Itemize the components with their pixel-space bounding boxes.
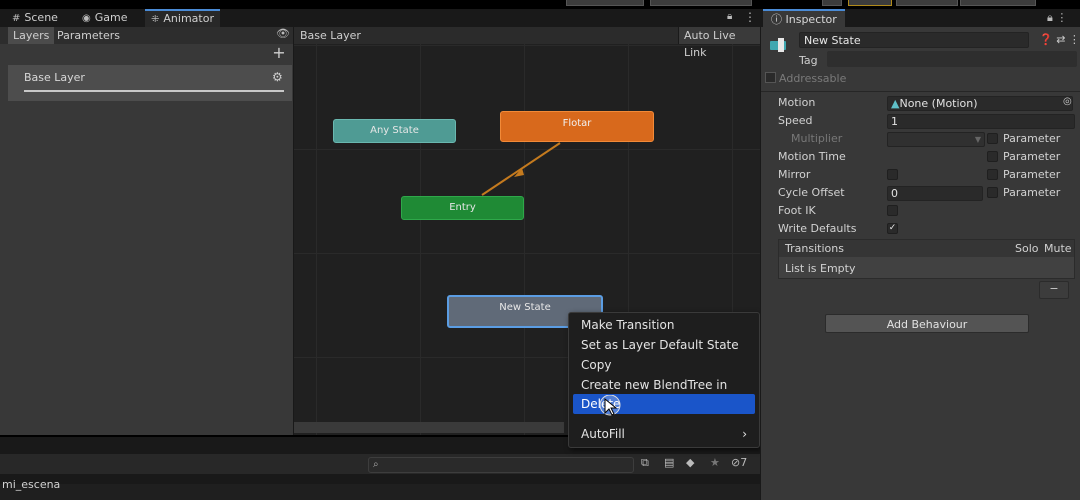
state-node-entry[interactable]: Entry <box>401 196 524 220</box>
project-list <box>0 484 760 500</box>
multiplier-parameter-checkbox[interactable] <box>987 133 998 144</box>
write-defaults-checkbox[interactable]: ✓ <box>887 223 898 234</box>
chevron-right-icon: › <box>742 427 747 441</box>
cycle-offset-parameter-checkbox[interactable] <box>987 187 998 198</box>
parameter-label: Parameter <box>1003 132 1061 145</box>
search-icon: ⌕ <box>373 459 379 470</box>
editor-tab-bar: # Scene ◉ Game ⁜ Animator 🔒︎ ⋮ <box>0 9 760 27</box>
eye-icon[interactable]: 👁︎ <box>276 27 290 40</box>
tag-label: Tag <box>799 54 818 67</box>
star-icon[interactable]: ★ <box>710 456 720 469</box>
divider <box>761 91 1080 92</box>
grid-icon: # <box>12 13 21 24</box>
transitions-title: Transitions <box>785 242 844 255</box>
label-icon[interactable]: ◆ <box>686 456 694 469</box>
menu-item-autofill[interactable]: AutoFill › <box>573 424 755 444</box>
mute-column: Mute <box>1044 242 1072 255</box>
gamepad-icon: ◉ <box>82 13 91 24</box>
parameter-label: Parameter <box>1003 150 1061 163</box>
mirror-label: Mirror <box>778 168 811 181</box>
speed-field[interactable]: 1 <box>887 114 1075 129</box>
motion-time-parameter-checkbox[interactable] <box>987 151 998 162</box>
tag-field[interactable] <box>827 51 1077 67</box>
add-layer-button[interactable]: + <box>272 45 286 61</box>
menu-item-autofill-label: AutoFill <box>581 427 625 441</box>
motion-time-label: Motion Time <box>778 150 846 163</box>
header-help-settings-icons[interactable]: ❓ ⇄ ⋮ <box>1039 33 1080 46</box>
animator-icon: ⁜ <box>151 14 160 25</box>
type-filter-icon[interactable]: ▤ <box>664 456 674 469</box>
inspector-panel: ⓘ Inspector 🔒︎ ⋮ New State ❓ ⇄ ⋮ Tag Add… <box>760 9 1080 500</box>
menu-item-make-transition[interactable]: Make Transition <box>573 315 755 335</box>
transition-line-entry-flotar <box>481 142 561 196</box>
graph-horizontal-scrollbar[interactable] <box>294 422 564 433</box>
tab-layers[interactable]: Layers <box>8 27 55 44</box>
addressable-label: Addressable <box>779 72 847 85</box>
toolbar-dropdown[interactable] <box>650 0 752 6</box>
toolbar-button[interactable] <box>822 0 842 6</box>
transitions-list: Transitions Solo Mute List is Empty <box>778 239 1075 279</box>
motion-field[interactable]: ▲None (Motion) <box>887 96 1073 111</box>
solo-column: Solo <box>1015 242 1039 255</box>
menu-item-create-blendtree[interactable]: Create new BlendTree in State <box>573 375 755 412</box>
cycle-offset-label: Cycle Offset <box>778 186 845 199</box>
cycle-offset-field[interactable]: 0 <box>887 186 983 201</box>
remove-transition-button[interactable]: − <box>1039 281 1069 299</box>
multiplier-dropdown: ▼ <box>887 132 985 147</box>
tab-inspector[interactable]: ⓘ Inspector <box>763 9 845 27</box>
hidden-count: 7 <box>740 456 748 469</box>
state-name-field[interactable]: New State <box>799 32 1029 48</box>
gear-icon[interactable]: ⚙ <box>272 70 283 84</box>
top-toolbar-strip <box>0 0 1080 9</box>
context-menu: Make Transition Set as Layer Default Sta… <box>568 312 760 448</box>
more-menu-icon[interactable]: ⋮ <box>744 10 756 24</box>
dropdown-arrow-icon: ▼ <box>974 135 981 144</box>
hidden-eye-icon[interactable]: ⊘7 <box>731 456 747 469</box>
speed-label: Speed <box>778 114 813 127</box>
tab-parameters[interactable]: Parameters <box>52 27 125 44</box>
mouse-cursor-icon <box>600 395 621 416</box>
layer-weight-bar <box>24 90 284 92</box>
foot-ik-checkbox[interactable] <box>887 205 898 216</box>
toolbar-button-highlight[interactable] <box>848 0 892 6</box>
menu-item-copy[interactable]: Copy <box>573 355 755 375</box>
multiplier-label: Multiplier <box>791 132 843 145</box>
tab-scene[interactable]: # Scene <box>6 9 64 27</box>
play-controls[interactable] <box>566 0 644 6</box>
state-node-flotar[interactable]: Flotar <box>500 111 654 142</box>
menu-item-set-default-state[interactable]: Set as Layer Default State <box>573 335 755 355</box>
info-icon: ⓘ <box>771 13 786 26</box>
write-defaults-label: Write Defaults <box>778 222 857 235</box>
parameter-label: Parameter <box>1003 186 1061 199</box>
empty-list-text: List is Empty <box>785 262 856 275</box>
addressable-checkbox[interactable] <box>765 72 776 83</box>
mirror-parameter-checkbox[interactable] <box>987 169 998 180</box>
transitions-header: Transitions Solo Mute <box>779 240 1074 257</box>
scene-asset-name[interactable]: mi_escena <box>2 478 60 491</box>
project-toolbar: ⌕ ⧉ ▤ ◆ ★ ⊘7 <box>0 454 760 474</box>
animator-state-icon <box>770 38 786 52</box>
inspector-tab-bar: ⓘ Inspector 🔒︎ ⋮ <box>761 9 1080 27</box>
motion-label: Motion <box>778 96 816 109</box>
layers-dropdown[interactable] <box>896 0 958 6</box>
layers-panel-tabs: Layers Parameters <box>0 27 293 44</box>
layout-dropdown[interactable] <box>960 0 1036 6</box>
object-picker-icon[interactable]: ◎ <box>1063 96 1072 107</box>
tab-game[interactable]: ◉ Game <box>76 9 133 27</box>
layers-panel: Layers Parameters + Base Layer ⚙ <box>0 27 294 435</box>
parameter-label: Parameter <box>1003 168 1061 181</box>
foot-ik-label: Foot IK <box>778 204 816 217</box>
tab-animator[interactable]: ⁜ Animator <box>145 9 220 27</box>
filter-icon[interactable]: ⧉ <box>641 456 649 470</box>
state-node-any-state[interactable]: Any State <box>333 119 456 143</box>
layer-name: Base Layer <box>24 71 85 84</box>
search-input[interactable]: ⌕ <box>368 457 634 473</box>
mirror-checkbox[interactable] <box>887 169 898 180</box>
add-behaviour-button[interactable]: Add Behaviour <box>825 314 1029 333</box>
inspector-menu-icons[interactable]: 🔒︎ ⋮ <box>1047 11 1067 25</box>
layer-item-base-layer[interactable]: Base Layer ⚙ <box>8 65 292 101</box>
lock-icon[interactable]: 🔒︎ <box>727 11 732 22</box>
